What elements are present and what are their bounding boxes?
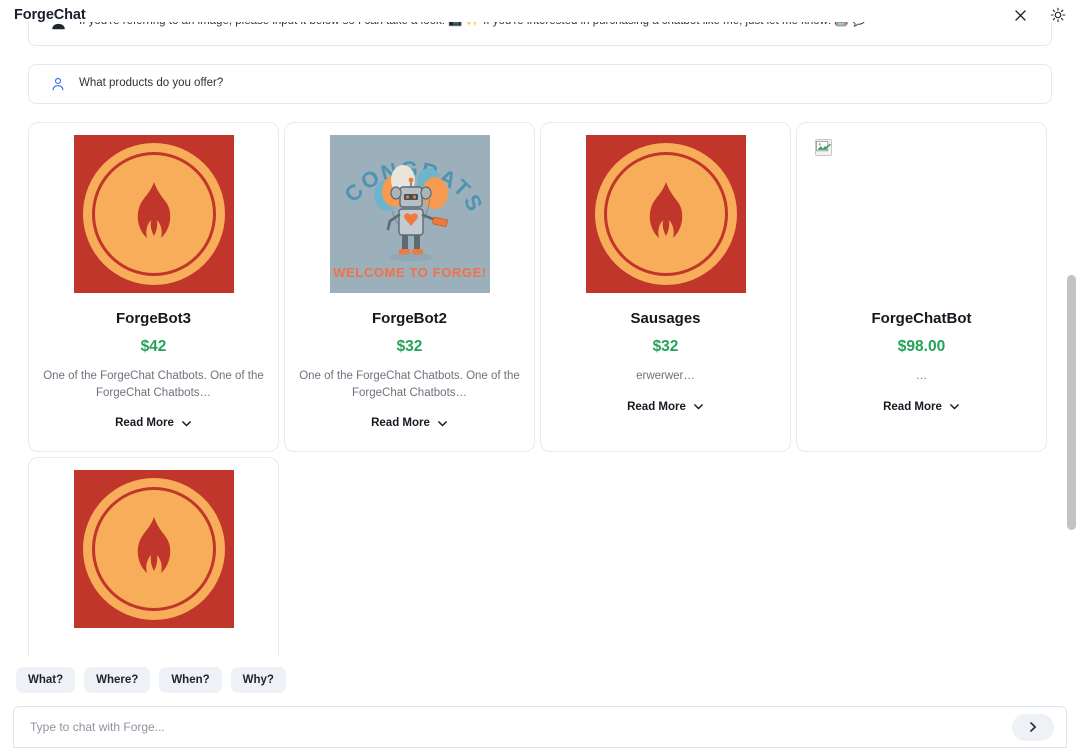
flame-icon	[633, 180, 699, 254]
product-price: $98.00	[898, 338, 945, 356]
product-description: …	[916, 368, 928, 385]
product-name: ForgeBot2	[372, 310, 447, 327]
chevron-down-icon	[437, 418, 448, 429]
product-image	[809, 135, 1034, 293]
product-price: $32	[397, 338, 423, 356]
app-title: ForgeChat	[14, 7, 86, 23]
product-image	[586, 135, 746, 293]
chevron-down-icon	[693, 401, 704, 412]
svg-text:WELCOME TO FORGE!: WELCOME TO FORGE!	[333, 265, 487, 280]
forge-logo-icon	[586, 135, 746, 293]
suggestion-chip-where[interactable]: Where?	[84, 667, 150, 693]
send-button[interactable]	[1012, 714, 1054, 741]
product-grid: ForgeBot3 $42 One of the ForgeChat Chatb…	[28, 122, 1052, 656]
chat-message-assistant: If you're referring to an image, please …	[28, 22, 1052, 46]
product-price: $32	[653, 338, 679, 356]
product-name: ForgeBot3	[116, 310, 191, 327]
assistant-message-text: If you're referring to an image, please …	[79, 22, 866, 30]
read-more-button[interactable]: Read More	[883, 401, 960, 413]
product-card[interactable]: ForgeChatBot $98.00 … Read More	[796, 122, 1047, 452]
user-avatar-icon	[45, 76, 71, 92]
chevron-right-icon	[1027, 721, 1039, 733]
chat-scrollbar-thumb[interactable]	[1067, 275, 1076, 530]
chevron-down-icon	[949, 401, 960, 412]
product-description: erwerwer…	[636, 368, 695, 385]
bot-avatar-icon	[45, 22, 71, 31]
product-image	[74, 470, 234, 628]
product-price: $42	[141, 338, 167, 356]
read-more-label: Read More	[115, 417, 174, 429]
suggestion-chip-why[interactable]: Why?	[231, 667, 286, 693]
product-image	[74, 135, 234, 293]
chat-input-row	[13, 706, 1067, 748]
suggestion-chip-when[interactable]: When?	[159, 667, 221, 693]
product-description: One of the ForgeChat Chatbots. One of th…	[299, 368, 521, 401]
chevron-down-icon	[181, 418, 192, 429]
composer-bar: What? Where? When? Why?	[0, 656, 1080, 747]
product-name: Sausages	[630, 310, 700, 327]
chat-message-user: What products do you offer?	[28, 64, 1052, 104]
read-more-button[interactable]: Read More	[371, 417, 448, 429]
product-card[interactable]: Sausages $32 erwerwer… Read More	[540, 122, 791, 452]
product-name: ForgeChatBot	[872, 310, 972, 327]
read-more-label: Read More	[627, 401, 686, 413]
flame-icon	[121, 515, 187, 589]
congrats-robot-image: CONGRATS	[330, 135, 490, 293]
product-card[interactable]: ForgeBot3 $42 One of the ForgeChat Chatb…	[28, 122, 279, 452]
read-more-button[interactable]: Read More	[627, 401, 704, 413]
suggestion-chip-what[interactable]: What?	[16, 667, 75, 693]
chat-input[interactable]	[14, 720, 1012, 734]
read-more-label: Read More	[883, 401, 942, 413]
flame-icon	[121, 180, 187, 254]
forge-logo-icon	[74, 135, 234, 293]
product-description: One of the ForgeChat Chatbots. One of th…	[43, 368, 265, 401]
product-image: CONGRATS	[330, 135, 490, 293]
broken-image-icon	[815, 139, 832, 156]
suggestion-chips: What? Where? When? Why?	[16, 667, 286, 693]
read-more-label: Read More	[371, 417, 430, 429]
chat-scroll-area[interactable]: If you're referring to an image, please …	[0, 22, 1080, 656]
chat-content: If you're referring to an image, please …	[0, 22, 1080, 656]
user-message-text: What products do you offer?	[79, 76, 223, 92]
product-card[interactable]	[28, 457, 279, 656]
read-more-button[interactable]: Read More	[115, 417, 192, 429]
forge-logo-icon	[74, 470, 234, 628]
chat-scrollbar[interactable]	[1067, 30, 1076, 656]
product-card[interactable]: CONGRATS	[284, 122, 535, 452]
